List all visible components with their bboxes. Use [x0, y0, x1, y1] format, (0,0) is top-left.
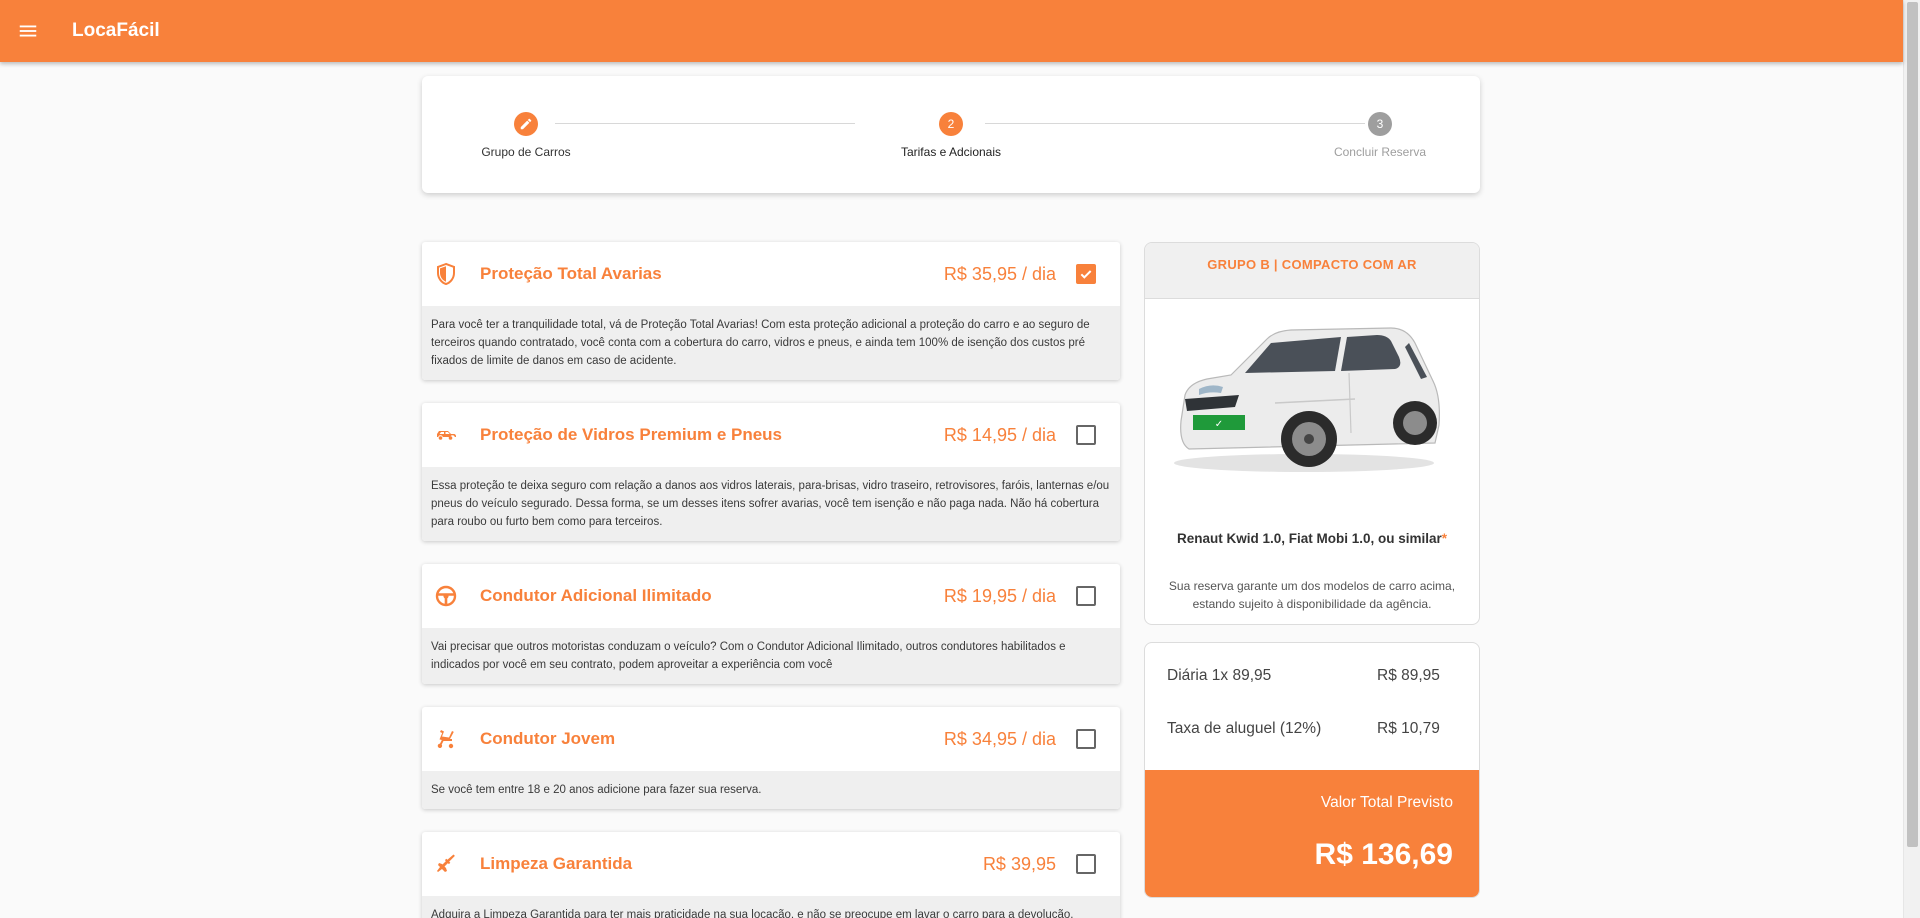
addon-checkbox[interactable] [1076, 425, 1096, 445]
price-row-taxa: Taxa de aluguel (12%) R$ 10,79 [1167, 720, 1467, 738]
addon-price: R$ 19,95 / dia [943, 585, 1056, 606]
addon-card-condutor-jovem: Condutor Jovem R$ 34,95 / dia Se você te… [422, 707, 1120, 809]
car-group-title: GRUPO B | COMPACTO COM AR [1145, 243, 1479, 299]
svg-text:✓: ✓ [1215, 419, 1223, 430]
car-icon [434, 423, 458, 447]
price-row-label: Taxa de aluguel (12%) [1167, 720, 1322, 737]
step-label: Concluir Reserva [1333, 145, 1427, 159]
addon-title: Condutor Jovem [480, 729, 616, 748]
car-image: ✓ [1159, 303, 1449, 478]
step-number: 3 [1368, 112, 1392, 136]
app-bar: LocaFácil [0, 0, 1903, 62]
page-scrollbar[interactable] [1903, 0, 1920, 918]
addon-checkbox[interactable] [1076, 264, 1096, 284]
price-row-label: Diária 1x 89,95 [1167, 667, 1272, 684]
addon-title: Proteção de Vidros Premium e Pneus [480, 425, 783, 444]
app-title: LocaFácil [72, 20, 160, 41]
addon-checkbox[interactable] [1076, 729, 1096, 749]
stroller-icon [434, 727, 458, 751]
addon-price: R$ 14,95 / dia [943, 424, 1056, 445]
shield-icon [434, 262, 458, 286]
step-grupo-de-carros[interactable]: Grupo de Carros [426, 112, 626, 159]
price-row-value: R$ 89,95 [1377, 667, 1440, 684]
car-availability-note: Sua reserva garante um dos modelos de ca… [1168, 579, 1456, 611]
price-row-diaria: Diária 1x 89,95 R$ 89,95 [1167, 667, 1467, 685]
addon-description: Vai precisar que outros motoristas condu… [422, 628, 1120, 684]
step-label: Tarifas e Adcionais [900, 145, 1002, 159]
addon-price: R$ 39,95 [982, 853, 1056, 874]
reservation-stepper: Grupo de Carros 2 Tarifas e Adcionais 3 … [422, 76, 1480, 193]
scrollbar-thumb[interactable] [1907, 2, 1918, 847]
price-row-value: R$ 10,79 [1377, 720, 1440, 737]
car-group-panel: GRUPO B | COMPACTO COM AR ✓ Renaut Kwid … [1144, 242, 1480, 625]
menu-icon[interactable] [0, 0, 56, 62]
addon-card-protecao-vidros-pneus: Proteção de Vidros Premium e Pneus R$ 14… [422, 403, 1120, 541]
step-label: Grupo de Carros [481, 145, 571, 159]
addon-price: R$ 35,95 / dia [943, 263, 1056, 284]
addon-price: R$ 34,95 / dia [943, 728, 1056, 749]
addon-title: Proteção Total Avarias [480, 264, 662, 283]
step-concluir-reserva[interactable]: 3 Concluir Reserva [1280, 112, 1480, 159]
broom-icon [434, 852, 458, 876]
addon-checkbox[interactable] [1076, 586, 1096, 606]
addon-title: Condutor Adicional Ilimitado [480, 586, 712, 605]
price-summary-panel: Diária 1x 89,95 R$ 89,95 Taxa de aluguel… [1144, 642, 1480, 898]
addon-description: Se você tem entre 18 e 20 anos adicione … [422, 771, 1120, 809]
addon-checkbox[interactable] [1076, 854, 1096, 874]
total-label: Valor Total Previsto [1320, 794, 1453, 811]
step-tarifas-e-adicionais[interactable]: 2 Tarifas e Adcionais [851, 112, 1051, 159]
pencil-icon [514, 112, 538, 136]
car-models-footnote-mark: * [1441, 531, 1448, 546]
addon-card-limpeza-garantida: Limpeza Garantida R$ 39,95 Adquira a Lim… [422, 832, 1120, 918]
addon-description: Essa proteção te deixa seguro com relaçã… [422, 467, 1120, 541]
total-box: Valor Total Previsto R$ 136,69 [1145, 770, 1479, 897]
steering-wheel-icon [434, 584, 458, 608]
addon-card-protecao-total-avarias: Proteção Total Avarias R$ 35,95 / dia Pa… [422, 242, 1120, 380]
addon-description: Para você ter a tranquilidade total, vá … [422, 306, 1120, 380]
car-models: Renaut Kwid 1.0, Fiat Mobi 1.0, ou simil… [1145, 531, 1479, 546]
car-models-text: Renaut Kwid 1.0, Fiat Mobi 1.0, ou simil… [1176, 531, 1442, 546]
total-value: R$ 136,69 [1314, 838, 1453, 871]
addon-description: Adquira a Limpeza Garantida para ter mai… [422, 896, 1120, 918]
addon-card-condutor-adicional: Condutor Adicional Ilimitado R$ 19,95 / … [422, 564, 1120, 684]
step-number: 2 [939, 112, 963, 136]
addon-title: Limpeza Garantida [480, 854, 633, 873]
